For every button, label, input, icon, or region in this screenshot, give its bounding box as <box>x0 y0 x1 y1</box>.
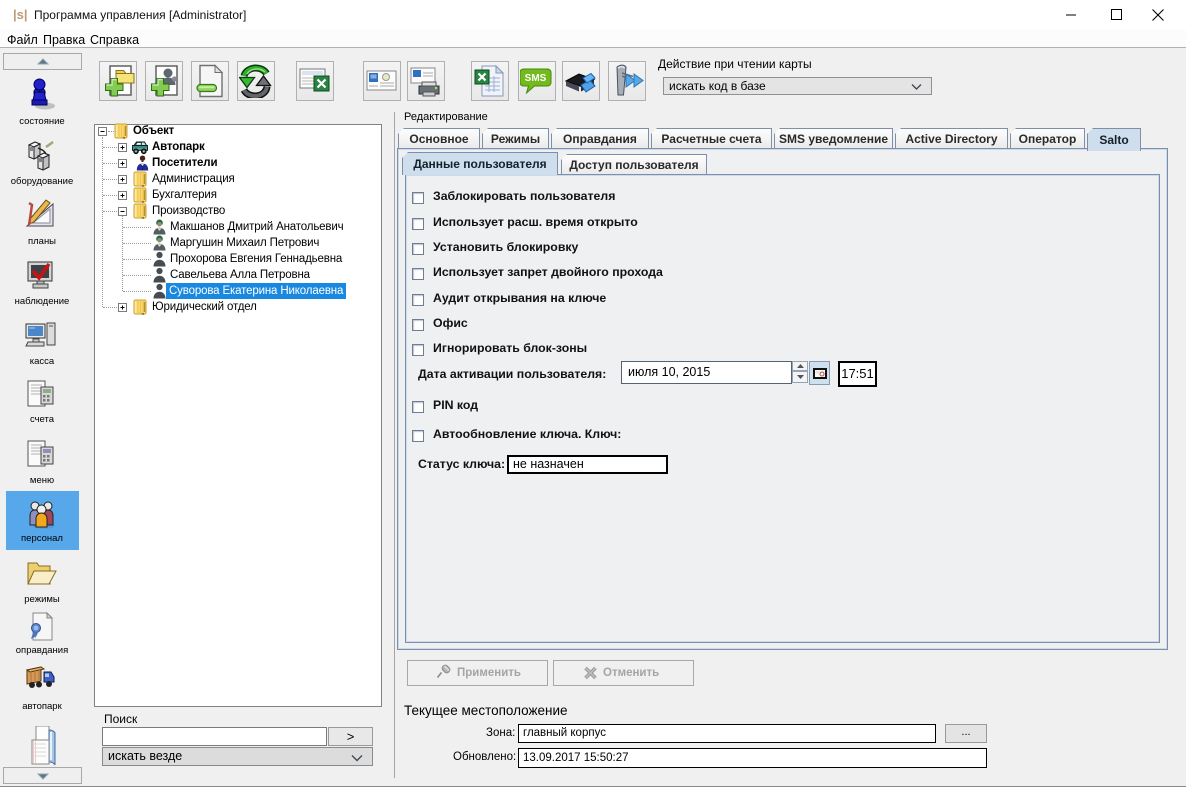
svg-text:SMS: SMS <box>525 73 547 84</box>
